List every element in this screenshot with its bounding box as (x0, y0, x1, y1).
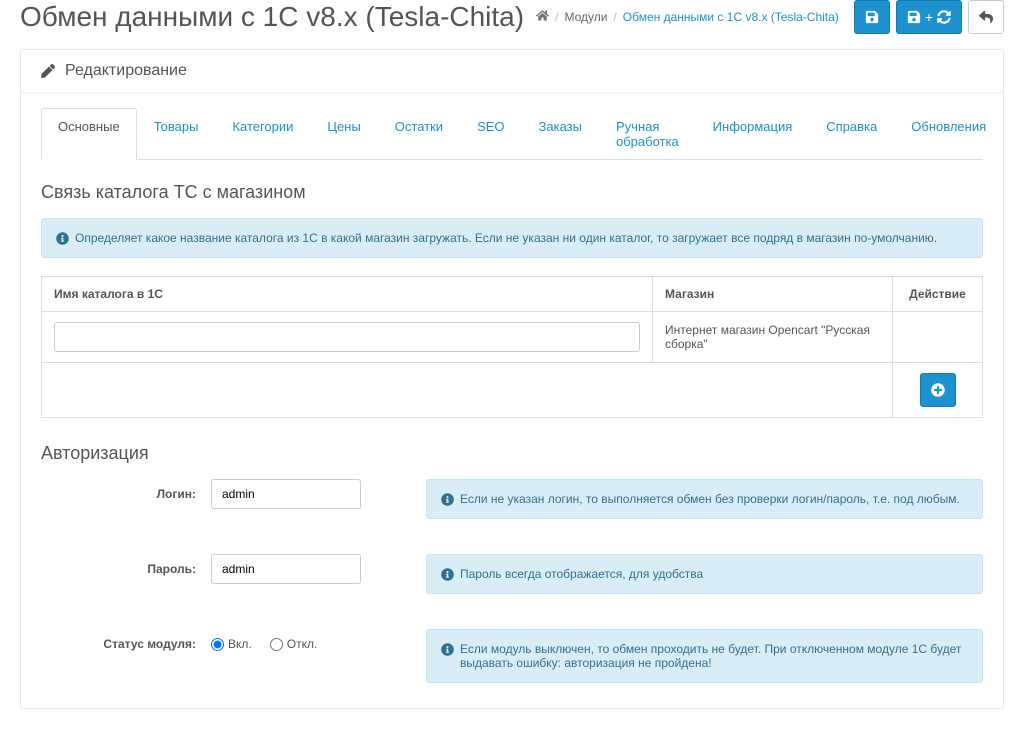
password-label: Пароль: (41, 554, 211, 594)
password-input[interactable] (211, 554, 361, 584)
add-row-button[interactable] (920, 373, 956, 407)
nav-tabs: Основные Товары Категории Цены Остатки S… (41, 108, 983, 160)
tab-help[interactable]: Справка (809, 108, 894, 160)
save-button[interactable] (854, 0, 890, 34)
home-icon[interactable] (536, 9, 549, 25)
info-icon (441, 643, 454, 656)
status-info: Если модуль выключен, то обмен проходить… (426, 629, 983, 683)
breadcrumb-modules[interactable]: Модули (564, 10, 607, 24)
col-store: Магазин (653, 277, 893, 312)
catalog-store-cell: Интернет магазин Opencart "Русская сборк… (653, 312, 893, 363)
password-info: Пароль всегда отображается, для удобства (426, 554, 983, 594)
panel-heading: Редактирование (21, 50, 1003, 93)
info-icon (441, 568, 454, 581)
catalog-table: Имя каталога в 1С Магазин Действие Интер… (41, 276, 983, 418)
save-icon (907, 10, 921, 24)
plus-circle-icon (931, 383, 945, 397)
reply-icon (979, 10, 993, 24)
save-icon (865, 10, 879, 24)
info-icon (441, 493, 454, 506)
login-label: Логин: (41, 479, 211, 519)
col-name: Имя каталога в 1С (42, 277, 653, 312)
auth-legend: Авторизация (41, 443, 983, 464)
login-input[interactable] (211, 479, 361, 509)
page-title: Обмен данными с 1С v8.x (Tesla-Chita) (20, 1, 524, 33)
login-info: Если не указан логин, то выполняется обм… (426, 479, 983, 519)
tab-prices[interactable]: Цены (310, 108, 377, 160)
tab-orders[interactable]: Заказы (522, 108, 599, 160)
tab-seo[interactable]: SEO (460, 108, 521, 160)
tab-categories[interactable]: Категории (215, 108, 310, 160)
tab-info[interactable]: Информация (696, 108, 810, 160)
status-label: Статус модуля: (41, 629, 211, 683)
breadcrumb: / Модули / Обмен данными с 1С v8.x (Tesl… (536, 9, 854, 25)
back-button[interactable] (968, 0, 1004, 34)
tab-main[interactable]: Основные (41, 108, 137, 160)
pencil-icon (41, 64, 55, 78)
tab-stock[interactable]: Остатки (378, 108, 460, 160)
catalog-legend: Связь каталога ТС с магазином (41, 182, 983, 203)
status-off-radio[interactable]: Откл. (270, 637, 318, 651)
info-icon (56, 232, 69, 245)
save-and-refresh-button[interactable]: + (896, 0, 962, 34)
tab-manual[interactable]: Ручная обработка (599, 108, 696, 160)
table-row: Интернет магазин Opencart "Русская сборк… (42, 312, 983, 363)
status-on-radio[interactable]: Вкл. (211, 637, 252, 651)
tab-products[interactable]: Товары (137, 108, 216, 160)
breadcrumb-current[interactable]: Обмен данными с 1С v8.x (Tesla-Chita) (623, 10, 839, 24)
refresh-icon (937, 10, 951, 24)
col-action: Действие (893, 277, 983, 312)
tab-updates[interactable]: Обновления (894, 108, 1003, 160)
catalog-name-input[interactable] (54, 322, 640, 352)
catalog-info: Определяет какое название каталога из 1С… (41, 218, 983, 258)
